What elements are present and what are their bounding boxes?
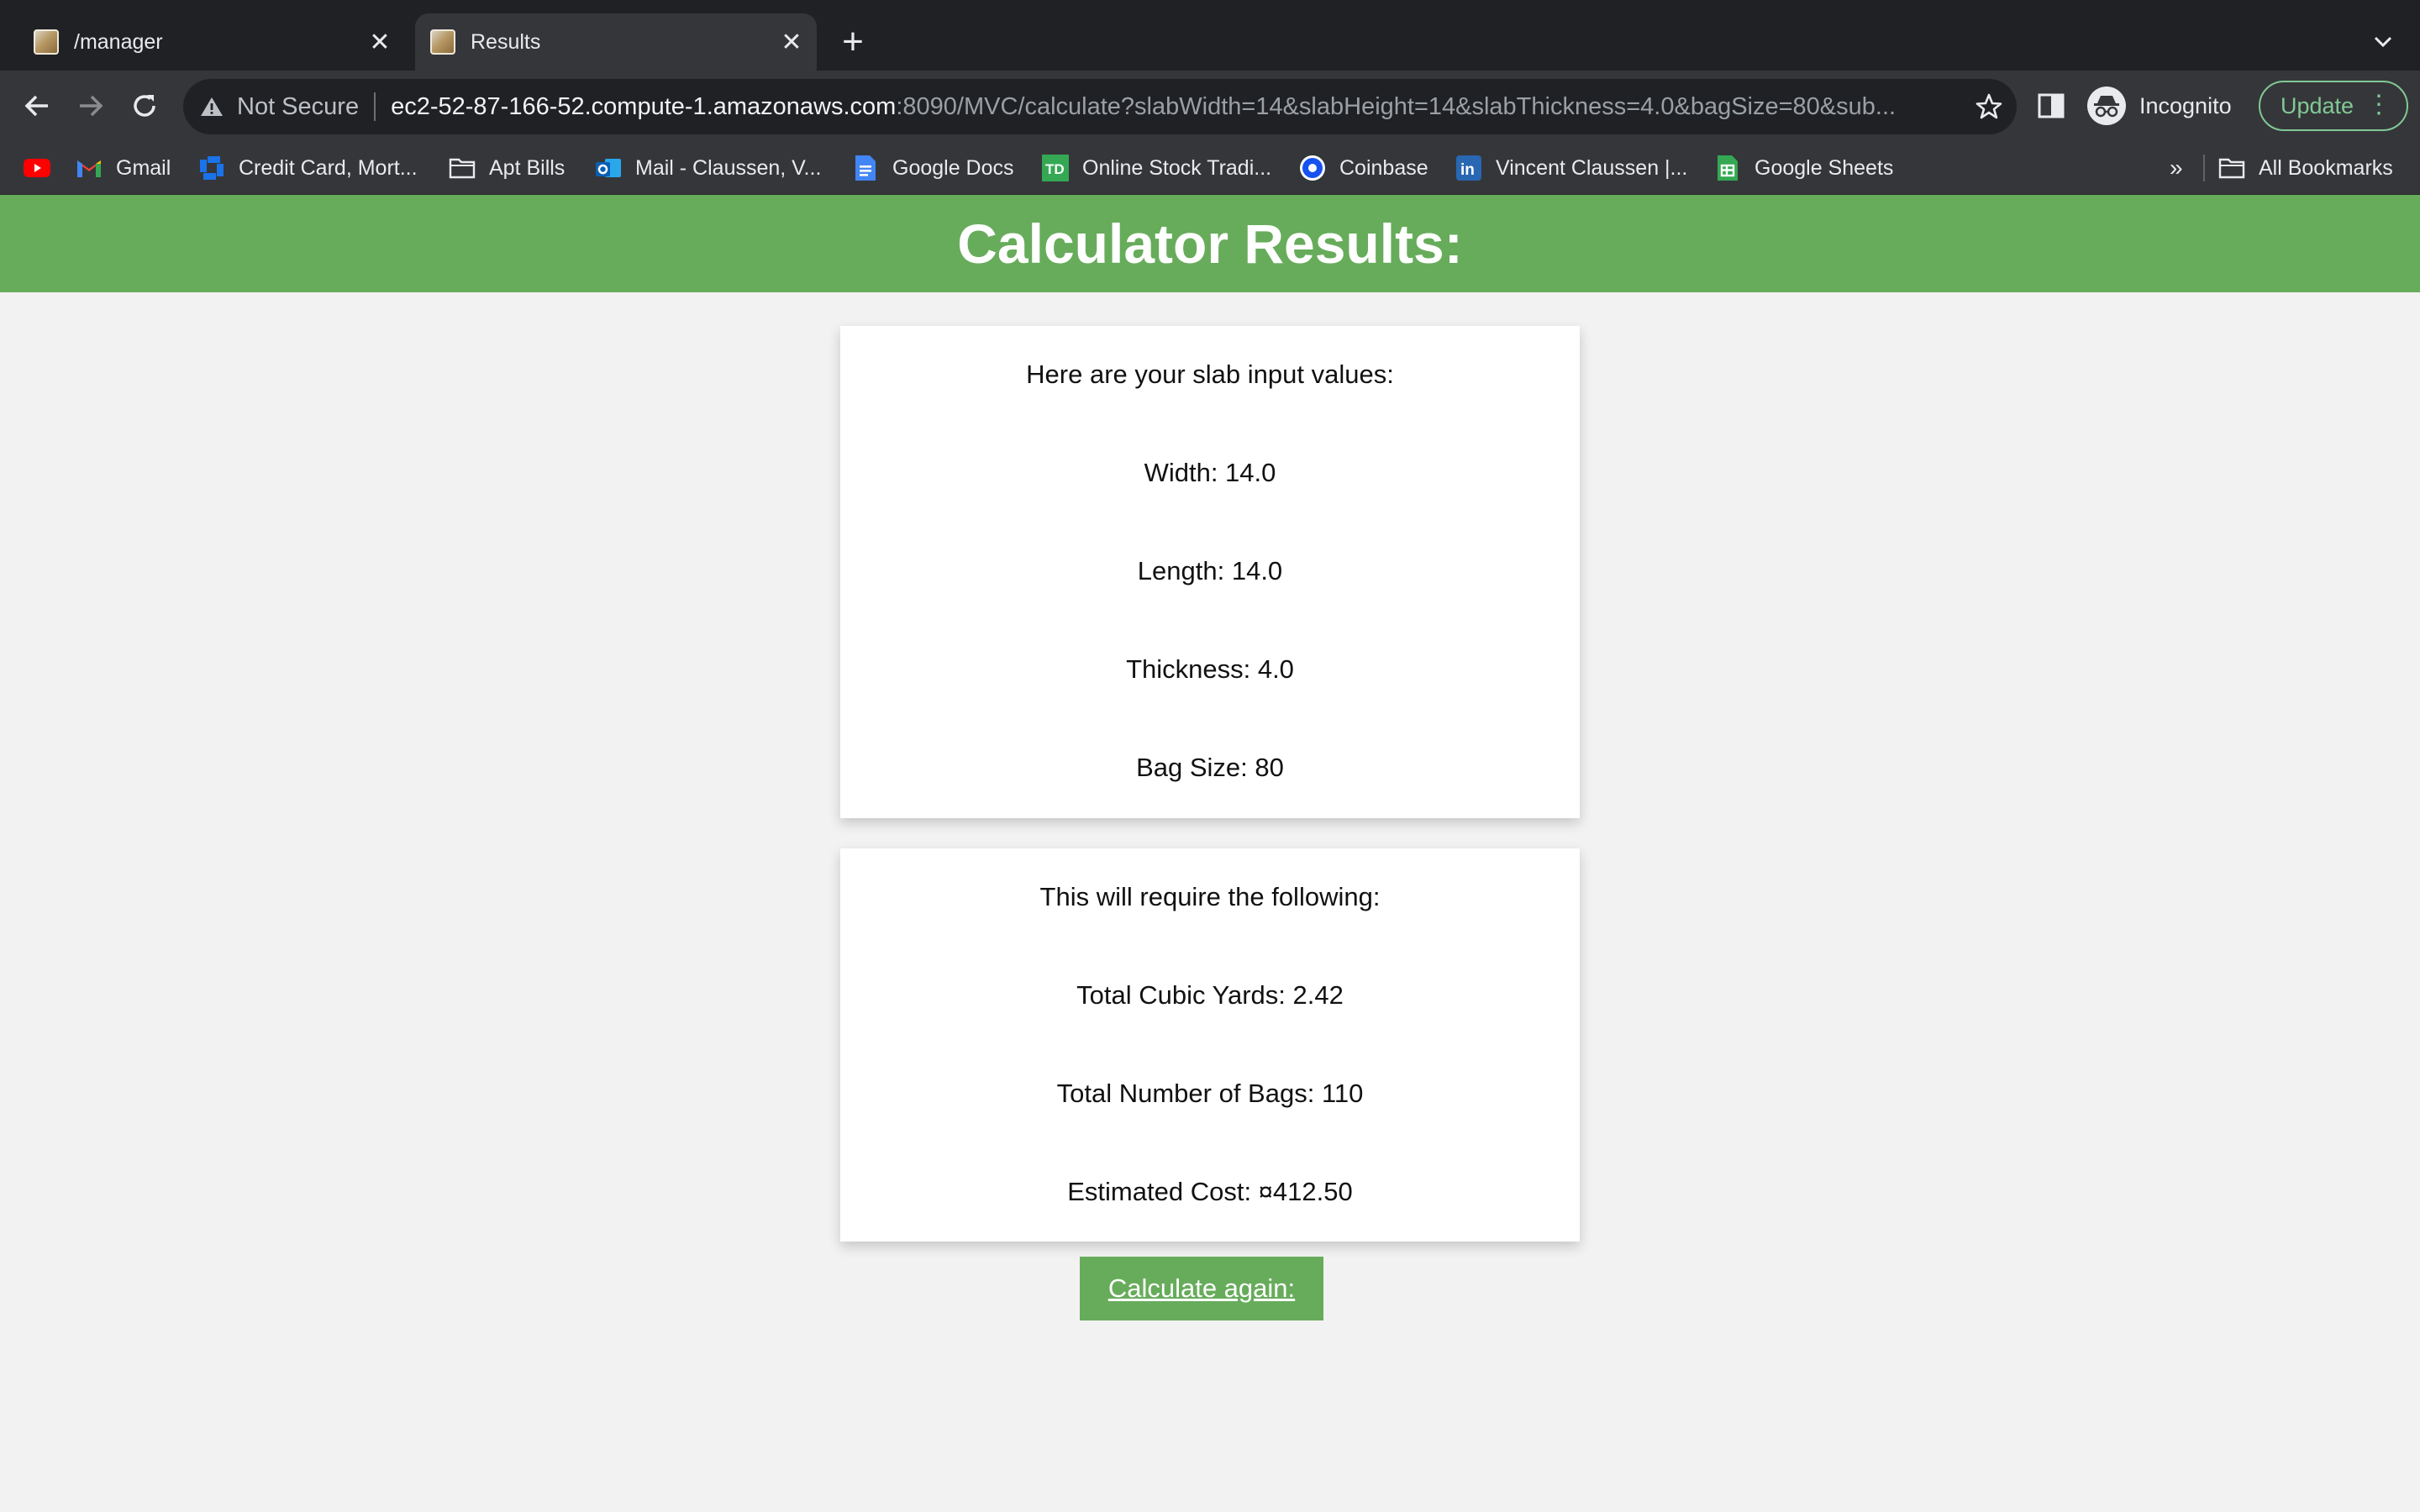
update-button[interactable]: Update ⋮ xyxy=(2259,81,2408,131)
bags-value: Total Number of Bags: 110 xyxy=(1056,1079,1364,1108)
back-arrow-icon[interactable] xyxy=(15,84,59,128)
url-host: ec2-52-87-166-52.compute-1.amazonaws.com xyxy=(391,92,897,120)
tab-strip: /manager ✕ Results ✕ + xyxy=(0,0,2420,71)
page-header: Calculator Results: xyxy=(0,195,2420,292)
inputs-card: Here are your slab input values: Width: … xyxy=(840,326,1580,818)
folder-icon xyxy=(449,155,476,181)
outlook-icon xyxy=(595,155,622,181)
folder-icon xyxy=(2218,155,2245,181)
tomcat-favicon-icon xyxy=(430,29,455,55)
url-text[interactable]: ec2-52-87-166-52.compute-1.amazonaws.com… xyxy=(391,93,1979,121)
results-card: This will require the following: Total C… xyxy=(840,848,1580,1242)
bookmark-label: Online Stock Tradi... xyxy=(1082,155,1272,180)
page-title: Calculator Results: xyxy=(957,213,1463,275)
chase-icon xyxy=(198,155,225,181)
docs-icon xyxy=(852,155,879,181)
bookmark-label: Mail - Claussen, V... xyxy=(635,155,822,180)
incognito-label: Incognito xyxy=(2139,92,2232,118)
bookmark-label: Google Docs xyxy=(892,155,1014,180)
calculate-again-button[interactable]: Calculate again: xyxy=(1080,1257,1323,1320)
bookmark-google-docs[interactable]: Google Docs xyxy=(852,153,1014,183)
length-value: Length: 14.0 xyxy=(1137,556,1283,585)
coinbase-icon xyxy=(1299,155,1326,181)
svg-text:in: in xyxy=(1460,161,1475,179)
address-bar[interactable]: Not Secure ec2-52-87-166-52.compute-1.am… xyxy=(183,79,2017,134)
bookmark-apt-bills[interactable]: Apt Bills xyxy=(449,153,565,183)
tab-manager[interactable]: /manager ✕ xyxy=(18,13,405,71)
forward-arrow-icon[interactable] xyxy=(69,84,113,128)
bookmark-linkedin[interactable]: in Vincent Claussen |... xyxy=(1455,153,1687,183)
results-heading: This will require the following: xyxy=(1039,882,1381,911)
bookmarks-overflow-icon[interactable]: » xyxy=(2170,155,2183,181)
incognito-icon xyxy=(2087,87,2126,125)
divider xyxy=(2203,155,2205,181)
update-label: Update xyxy=(2281,92,2354,118)
bookmark-label: Google Sheets xyxy=(1754,155,1894,180)
sheets-icon xyxy=(1714,155,1741,181)
bookmark-label: Credit Card, Mort... xyxy=(239,155,418,180)
tab-results[interactable]: Results ✕ xyxy=(415,13,817,71)
inputs-heading: Here are your slab input values: xyxy=(1026,360,1394,389)
tab-title: /manager xyxy=(74,29,163,54)
cost-value: Estimated Cost: ¤412.50 xyxy=(1067,1177,1353,1206)
more-vertical-icon[interactable]: ⋮ xyxy=(2366,92,2391,118)
toolbar: Not Secure ec2-52-87-166-52.compute-1.am… xyxy=(0,71,2420,141)
divider xyxy=(374,92,376,121)
warning-icon[interactable] xyxy=(200,94,225,119)
bookmark-youtube[interactable] xyxy=(24,153,64,183)
gmail-icon xyxy=(76,155,103,181)
all-bookmarks[interactable]: All Bookmarks xyxy=(2218,153,2393,183)
close-icon[interactable]: ✕ xyxy=(775,25,808,59)
bookmark-coinbase[interactable]: Coinbase xyxy=(1299,153,1428,183)
page-content: Calculator Results: Here are your slab i… xyxy=(0,195,2420,1512)
width-value: Width: 14.0 xyxy=(1144,458,1276,487)
bookmark-label: Apt Bills xyxy=(489,155,566,180)
bookmark-online-stock[interactable]: TD Online Stock Tradi... xyxy=(1042,153,1271,183)
bookmark-label: Vincent Claussen |... xyxy=(1496,155,1688,180)
tomcat-favicon-icon xyxy=(34,29,59,55)
td-icon: TD xyxy=(1042,155,1069,181)
bookmark-credit-card[interactable]: Credit Card, Mort... xyxy=(198,153,418,183)
browser-chrome: /manager ✕ Results ✕ + Not Secure ec2-52… xyxy=(0,0,2420,195)
bookmark-gmail[interactable]: Gmail xyxy=(76,153,171,183)
url-path: :8090/MVC/calculate?slabWidth=14&slabHei… xyxy=(896,92,1897,120)
linkedin-icon: in xyxy=(1455,155,1482,181)
bag-size-value: Bag Size: 80 xyxy=(1136,753,1284,782)
bookmark-label: Gmail xyxy=(116,155,171,180)
thickness-value: Thickness: 4.0 xyxy=(1126,654,1294,684)
bookmark-mail[interactable]: Mail - Claussen, V... xyxy=(595,153,821,183)
side-panel-icon[interactable] xyxy=(2035,89,2069,127)
bookmark-google-sheets[interactable]: Google Sheets xyxy=(1714,153,1893,183)
new-tab-plus-icon[interactable]: + xyxy=(832,22,874,64)
incognito-profile[interactable]: Incognito xyxy=(2087,81,2232,131)
chevron-down-icon[interactable] xyxy=(2365,24,2402,60)
svg-text:TD: TD xyxy=(1045,161,1065,177)
bookmarks-bar: Gmail Credit Card, Mort... Apt Bills Mai… xyxy=(0,141,2420,195)
security-label[interactable]: Not Secure xyxy=(237,93,359,121)
bookmark-label: Coinbase xyxy=(1339,155,1428,180)
all-bookmarks-label: All Bookmarks xyxy=(2259,155,2393,180)
tab-title: Results xyxy=(471,29,541,54)
youtube-icon xyxy=(24,155,50,181)
bookmark-star-icon[interactable] xyxy=(1975,92,2003,128)
close-icon[interactable]: ✕ xyxy=(363,25,397,59)
reload-icon[interactable] xyxy=(123,84,166,128)
cubic-yards-value: Total Cubic Yards: 2.42 xyxy=(1076,980,1344,1010)
